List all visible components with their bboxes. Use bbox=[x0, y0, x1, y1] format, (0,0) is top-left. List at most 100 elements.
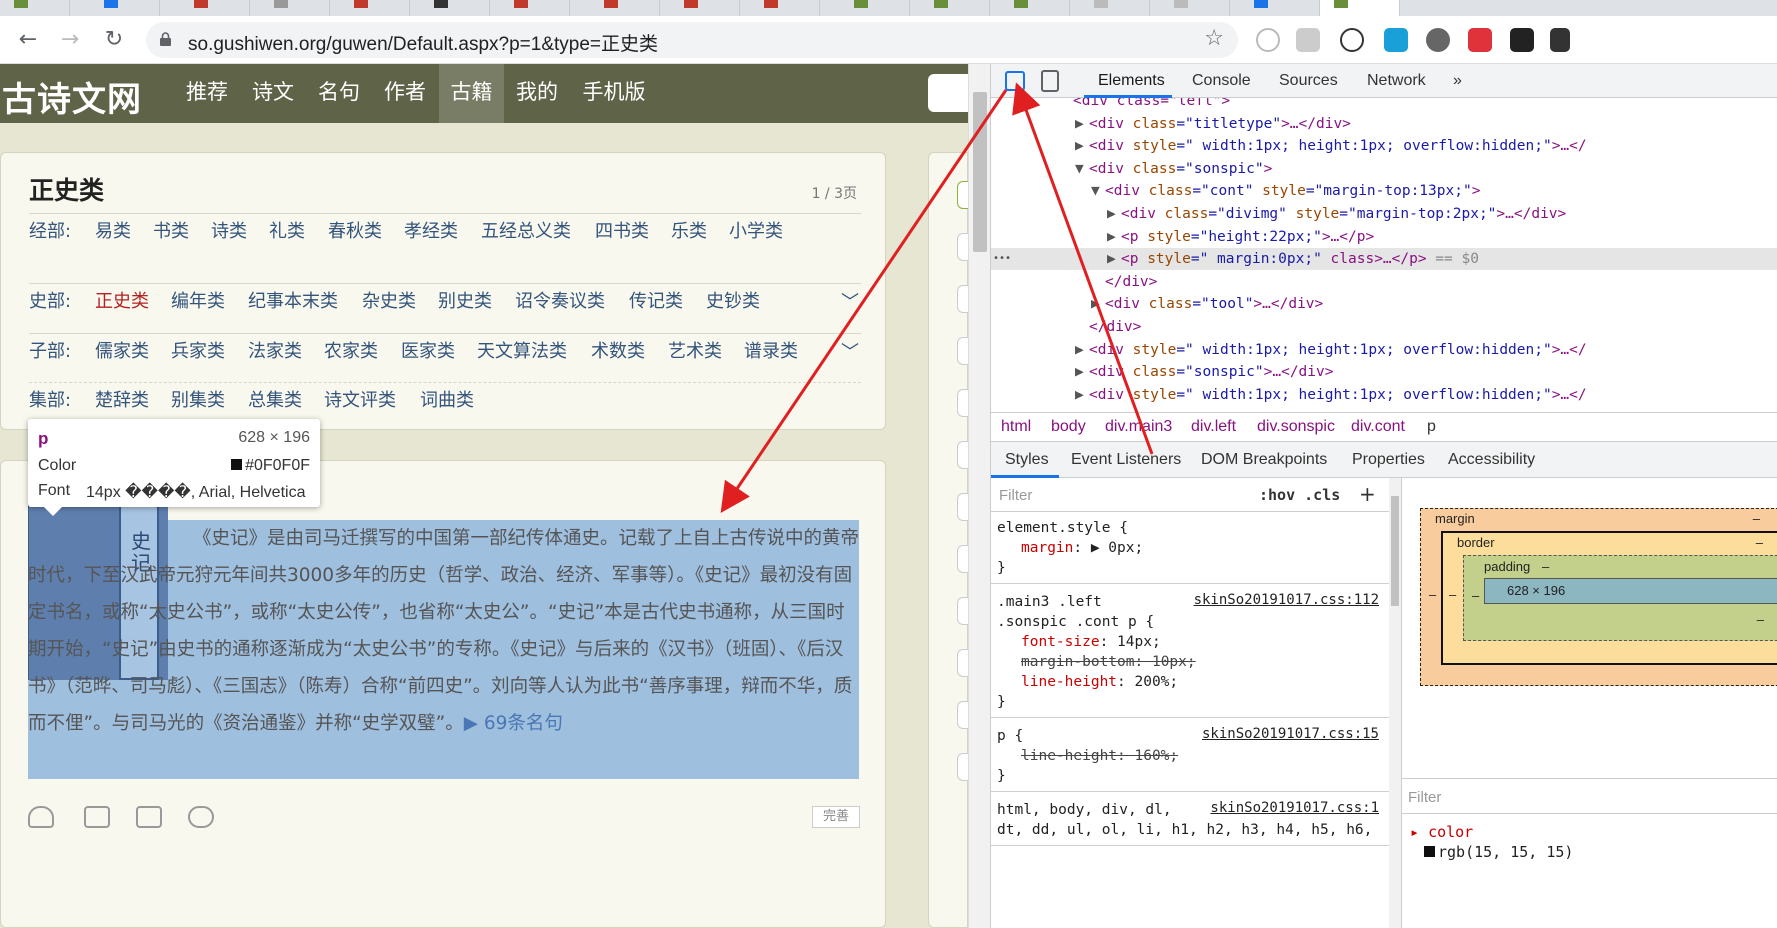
category-link[interactable]: 四书类 bbox=[595, 214, 649, 250]
category-link[interactable]: 谱录类 bbox=[744, 334, 798, 370]
breadcrumb-item[interactable]: p bbox=[1427, 418, 1436, 436]
css-rule-line[interactable]: p { bbox=[997, 726, 1023, 746]
browser-tab[interactable] bbox=[260, 0, 330, 16]
subtab-dom-breakpoints[interactable]: DOM Breakpoints bbox=[1201, 451, 1327, 469]
extension-icon[interactable] bbox=[1550, 28, 1570, 52]
category-link[interactable]: 别集类 bbox=[171, 383, 225, 419]
tab-sources[interactable]: Sources bbox=[1279, 72, 1338, 90]
chevron-down-icon[interactable]: ﹀ bbox=[841, 338, 859, 364]
category-link-current[interactable]: 正史类 bbox=[95, 284, 149, 320]
expand-triangle-icon[interactable]: ▶ bbox=[1075, 135, 1089, 157]
css-rule-line[interactable]: html, body, div, dl, bbox=[997, 800, 1172, 820]
css-rule-line[interactable]: margin: ▶ 0px; bbox=[1021, 538, 1143, 558]
browser-tab[interactable] bbox=[920, 0, 990, 16]
breadcrumb-item[interactable]: div.main3 bbox=[1105, 418, 1172, 436]
expand-triangle-icon[interactable]: ▶ bbox=[1107, 203, 1121, 225]
css-rule-line[interactable]: margin-bottom: 10px; bbox=[1021, 652, 1196, 672]
nav-item[interactable]: 作者 bbox=[374, 64, 436, 123]
breadcrumb-item[interactable]: div.sonspic bbox=[1257, 418, 1335, 436]
scrollbar-thumb[interactable] bbox=[1391, 496, 1399, 606]
subtab-properties[interactable]: Properties bbox=[1352, 451, 1425, 469]
url-text[interactable]: so.gushiwen.org/guwen/Default.aspx?p=1&t… bbox=[188, 29, 658, 56]
category-link[interactable]: 春秋类 bbox=[328, 214, 382, 250]
famous-lines-link[interactable]: ▶ 69条名句 bbox=[464, 713, 563, 734]
browser-tab[interactable] bbox=[1240, 0, 1320, 16]
browser-tab[interactable] bbox=[670, 0, 740, 16]
category-link[interactable]: 编年类 bbox=[171, 284, 225, 320]
category-link[interactable]: 兵家类 bbox=[171, 334, 225, 370]
dom-node-line[interactable]: ▶ <div style=" width:1px; height:1px; ove… bbox=[991, 135, 1777, 157]
browser-tab[interactable] bbox=[750, 0, 820, 16]
dom-node-line[interactable]: ▶ <div style=" width:1px; height:1px; ove… bbox=[991, 384, 1777, 406]
styles-scrollbar[interactable] bbox=[1389, 478, 1401, 928]
category-link[interactable]: 诗类 bbox=[211, 214, 247, 250]
browser-tab[interactable] bbox=[1160, 0, 1230, 16]
nav-item[interactable]: 名句 bbox=[308, 64, 370, 123]
arrow-left-icon[interactable]: ← bbox=[14, 26, 42, 54]
category-link[interactable]: 易类 bbox=[95, 214, 131, 250]
extension-icon[interactable] bbox=[1340, 28, 1364, 52]
dom-node-line[interactable]: ▼ <div class="sonspic"> bbox=[991, 158, 1777, 180]
css-source-link[interactable]: skinSo20191017.css:1 bbox=[1210, 800, 1379, 816]
browser-tab[interactable] bbox=[420, 0, 490, 16]
expand-triangle-icon[interactable]: ▶ bbox=[1091, 293, 1105, 315]
category-link[interactable]: 杂史类 bbox=[362, 284, 416, 320]
css-rule-line[interactable]: } bbox=[997, 766, 1006, 786]
browser-tab[interactable] bbox=[590, 0, 660, 16]
breadcrumb-item[interactable]: div.left bbox=[1191, 418, 1236, 436]
browser-tab[interactable] bbox=[0, 0, 70, 16]
category-link[interactable]: 词曲类 bbox=[420, 383, 474, 419]
category-link[interactable]: 艺术类 bbox=[668, 334, 722, 370]
browser-tab[interactable] bbox=[180, 0, 250, 16]
scrollbar-thumb[interactable] bbox=[973, 92, 987, 252]
address-bar[interactable]: so.gushiwen.org/guwen/Default.aspx?p=1&t… bbox=[146, 22, 1238, 58]
tab-console[interactable]: Console bbox=[1192, 72, 1251, 90]
category-link[interactable]: 农家类 bbox=[324, 334, 378, 370]
css-rule-line[interactable]: element.style { bbox=[997, 518, 1128, 538]
subtab-styles[interactable]: Styles bbox=[1005, 451, 1049, 469]
nav-item[interactable]: 我的 bbox=[506, 64, 568, 123]
browser-tab-active[interactable] bbox=[1320, 0, 1400, 16]
hov-cls-toggle[interactable]: :hov .cls bbox=[1259, 486, 1340, 504]
extension-icon[interactable] bbox=[1468, 28, 1492, 52]
css-rule[interactable]: html, body, div, dl, skinSo20191017.css:1… bbox=[991, 794, 1389, 846]
browser-tab[interactable] bbox=[340, 0, 410, 16]
css-rule[interactable]: p {skinSo20191017.css:15 line-height: 160… bbox=[991, 720, 1389, 792]
browser-tab[interactable] bbox=[500, 0, 570, 16]
category-link[interactable]: 总集类 bbox=[248, 383, 302, 419]
css-rule[interactable]: .main3 .left skinSo20191017.css:112 .sonsp… bbox=[991, 586, 1389, 718]
category-link[interactable]: 医家类 bbox=[401, 334, 455, 370]
dom-node-line[interactable]: ▶ <div class="divimg" style="margin-top:2… bbox=[991, 203, 1777, 225]
category-link[interactable]: 别史类 bbox=[438, 284, 492, 320]
category-link[interactable]: 礼类 bbox=[269, 214, 305, 250]
page-scrollbar[interactable] bbox=[968, 64, 990, 928]
site-search-input[interactable] bbox=[928, 74, 968, 112]
category-link[interactable]: 天文算法类 bbox=[477, 334, 567, 370]
dom-node-line[interactable]: ▶ <div class="titletype">…</div> bbox=[991, 113, 1777, 135]
nav-item[interactable]: 手机版 bbox=[572, 64, 656, 123]
category-link[interactable]: 纪事本末类 bbox=[248, 284, 338, 320]
extension-icon[interactable] bbox=[1256, 28, 1280, 52]
dom-node-line[interactable]: </div> bbox=[991, 271, 1777, 293]
category-link[interactable]: 术数类 bbox=[591, 334, 645, 370]
category-link[interactable]: 诗文评类 bbox=[324, 383, 396, 419]
category-link[interactable]: 五经总义类 bbox=[481, 214, 571, 250]
nav-item[interactable]: 诗文 bbox=[242, 64, 304, 123]
browser-tab-strip[interactable] bbox=[0, 0, 1777, 16]
edit-button[interactable]: 完善 bbox=[812, 806, 860, 828]
dom-node-line[interactable]: </div> bbox=[991, 316, 1777, 338]
category-link[interactable]: 法家类 bbox=[248, 334, 302, 370]
css-rule-line[interactable]: .sonspic .cont p { bbox=[997, 612, 1154, 632]
dom-node-line[interactable]: ▶ <div class="tool">…</div> bbox=[991, 293, 1777, 315]
dom-node-line[interactable]: <div class="left"> bbox=[991, 98, 1777, 112]
chevron-down-icon[interactable]: ﹀ bbox=[841, 288, 859, 314]
css-rule-line[interactable]: line-height: 200%; bbox=[1021, 672, 1178, 692]
expand-triangle-icon[interactable]: ▶ bbox=[1075, 339, 1089, 361]
css-rule-line[interactable]: } bbox=[997, 692, 1006, 712]
extension-icon[interactable] bbox=[1510, 28, 1534, 52]
dom-node-line[interactable]: ▶ <div class="sonspic">…</div> bbox=[991, 361, 1777, 383]
category-link[interactable]: 书类 bbox=[153, 214, 189, 250]
css-rule-line[interactable]: dt, dd, ul, ol, li, h1, h2, h3, h4, h5, … bbox=[997, 820, 1372, 840]
extension-icon[interactable] bbox=[1384, 28, 1408, 52]
css-rule-line[interactable]: .main3 .left bbox=[997, 592, 1102, 612]
